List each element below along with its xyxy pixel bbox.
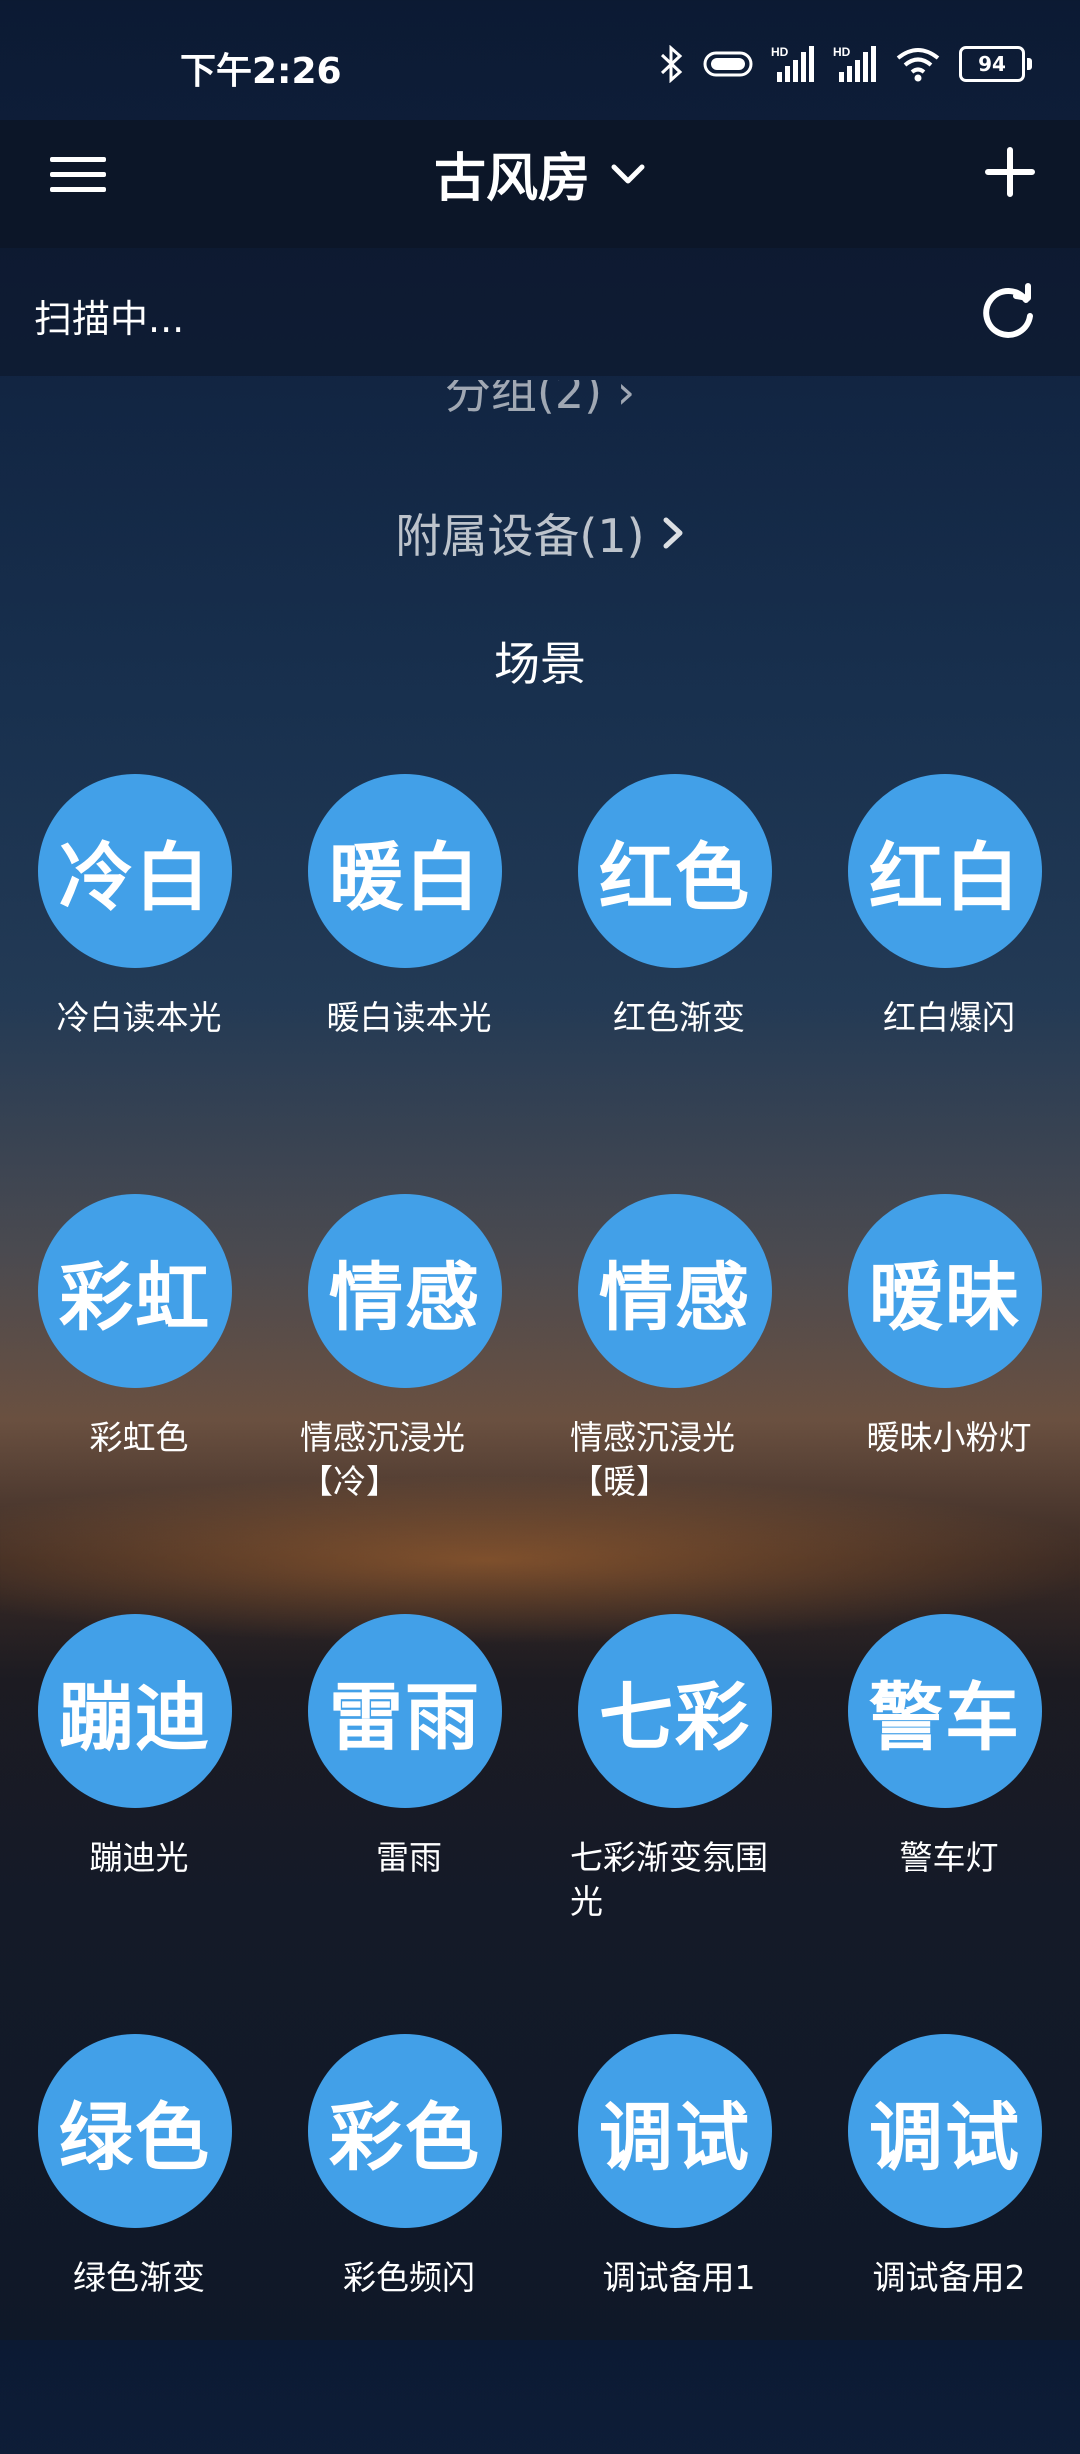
app-header: 古风房	[0, 120, 1080, 248]
svg-text:HD: HD	[771, 45, 789, 59]
status-time: 下午2:26	[180, 51, 342, 92]
scene-label: 红白爆闪	[883, 998, 1015, 1037]
scene-row: 冷白 冷白读本光 暖白 暖白读本光 红色 红色渐变 红白 红白爆闪	[0, 774, 1080, 1194]
scene-button[interactable]: 蹦迪	[38, 1614, 232, 1808]
scene-label: 彩虹色	[89, 1418, 189, 1457]
refresh-icon[interactable]	[976, 280, 1040, 344]
wifi-icon	[895, 44, 941, 84]
scene-button[interactable]: 警车	[848, 1614, 1042, 1808]
groups-label: 分组(2)	[444, 380, 603, 419]
scene-label: 暧昧小粉灯	[866, 1418, 1032, 1457]
battery-icon: 94	[959, 46, 1032, 82]
scene-button[interactable]: 暧昧	[848, 1194, 1042, 1388]
scene-row: 蹦迪 蹦迪光 雷雨 雷雨 七彩 七彩渐变氛围光 警车 警车灯	[0, 1614, 1080, 2034]
chevron-right-icon	[663, 517, 683, 549]
scene-label: 红色渐变	[613, 998, 745, 1037]
scene-button[interactable]: 情感	[578, 1194, 772, 1388]
chevron-right-icon: ›	[616, 380, 636, 419]
chevron-down-icon	[611, 164, 645, 183]
scene-button[interactable]: 调试	[578, 2034, 772, 2228]
battery-level: 94	[959, 46, 1025, 82]
scene-label: 暖白读本光	[326, 998, 492, 1037]
scene-label: 情感沉浸光【冷】	[300, 1418, 465, 1501]
scene-label: 调试备用1	[602, 2258, 756, 2297]
scene-label: 雷雨	[376, 1838, 442, 1877]
scene-button[interactable]: 冷白	[38, 774, 232, 968]
scene-label: 绿色渐变	[73, 2258, 205, 2297]
scene-button[interactable]: 红白	[848, 774, 1042, 968]
scene-button[interactable]: 绿色	[38, 2034, 232, 2228]
scan-status-text: 扫描中...	[34, 297, 185, 341]
signal-hd-icon: HD	[771, 44, 815, 84]
scene-button[interactable]: 暖白	[308, 774, 502, 968]
attached-devices-link[interactable]: 附属设备(1)	[0, 500, 1080, 566]
groups-link[interactable]: 分组(2) ›	[0, 380, 1080, 436]
signal-hd-icon: HD	[833, 44, 877, 84]
scene-button[interactable]: 彩虹	[38, 1194, 232, 1388]
status-icons: HD HD 94	[659, 42, 1032, 86]
room-selector[interactable]: 古风房	[0, 136, 1080, 211]
scene-row: 绿色 绿色渐变 彩色 彩色频闪 调试 调试备用1 调试 调试备用2	[0, 2034, 1080, 2454]
vpn-icon	[703, 44, 753, 84]
scene-button[interactable]: 调试	[848, 2034, 1042, 2228]
scene-label: 警车灯	[899, 1838, 999, 1877]
scene-row: 彩虹 彩虹色 情感 情感沉浸光【冷】 情感 情感沉浸光【暖】 暧昧 暧昧小粉灯	[0, 1194, 1080, 1614]
scene-label: 彩色频闪	[343, 2258, 475, 2297]
scene-label: 冷白读本光	[56, 998, 222, 1037]
battery-tip	[1027, 58, 1032, 70]
scene-button[interactable]: 彩色	[308, 2034, 502, 2228]
scenes-title: 场景	[494, 637, 586, 691]
scene-button[interactable]: 情感	[308, 1194, 502, 1388]
scene-label: 情感沉浸光【暖】	[570, 1418, 735, 1501]
room-title: 古风房	[433, 149, 590, 209]
scene-label: 蹦迪光	[89, 1838, 189, 1877]
scene-label: 七彩渐变氛围光	[570, 1838, 768, 1921]
scene-button[interactable]: 红色	[578, 774, 772, 968]
scan-status-bar: 扫描中...	[0, 248, 1080, 376]
attached-devices-label: 附属设备(1)	[395, 509, 645, 563]
scene-button[interactable]: 七彩	[578, 1614, 772, 1808]
status-bar: 下午2:26 HD HD 94	[0, 0, 1080, 120]
scene-button[interactable]: 雷雨	[308, 1614, 502, 1808]
bluetooth-icon	[659, 44, 685, 84]
scene-label: 调试备用2	[872, 2258, 1026, 2297]
add-icon[interactable]	[980, 142, 1040, 202]
svg-text:HD: HD	[833, 45, 851, 59]
